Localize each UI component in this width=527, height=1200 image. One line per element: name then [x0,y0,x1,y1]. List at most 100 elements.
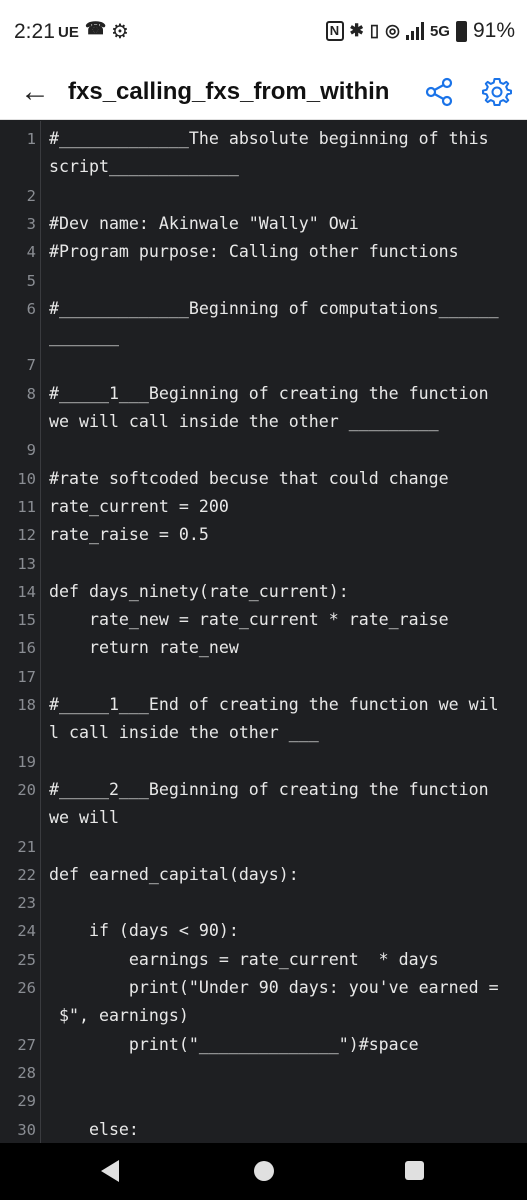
code-text[interactable]: #_____2___Beginning of creating the func… [49,776,489,804]
line-number: 14 [17,582,36,601]
code-text[interactable]: #Program purpose: Calling other function… [49,238,459,266]
code-line[interactable]: 16 return rate_new [0,634,527,662]
code-text[interactable]: #rate softcoded becuse that could change [49,465,449,493]
code-text[interactable]: def earned_capital(days): [49,861,299,889]
code-line[interactable]: 9 [0,436,527,464]
missed-call-icon: ☎ [85,19,107,38]
code-text[interactable]: earnings = rate_current * days [49,946,439,974]
code-line[interactable]: 25 earnings = rate_current * days [0,946,527,974]
line-number: 3 [26,214,36,233]
line-number: 19 [17,752,36,771]
code-line[interactable]: 18 #_____1___End of creating the function… [0,691,527,719]
gear-icon[interactable] [481,76,513,108]
code-line[interactable]: 10 #rate softcoded becuse that could chan… [0,465,527,493]
code-line[interactable]: 30 else: [0,1116,527,1144]
carrier-label: UE [58,24,79,41]
code-text[interactable]: $", earnings) [49,1002,189,1030]
line-number: 28 [17,1063,36,1082]
code-line[interactable]: 26 print("Under 90 days: you've earned = [0,974,527,1002]
code-line[interactable]: 13 [0,550,527,578]
gear-icon: ⚙ [111,21,129,43]
code-editor[interactable]: 1 #_____________The absolute beginning of… [0,121,527,1143]
nav-home-icon[interactable] [254,1161,274,1181]
code-text[interactable]: #_____1___Beginning of creating the func… [49,380,489,408]
status-bar: 2:21 UE ☎ ⚙ N ✱ ▯ ◎ 5G 91% [0,0,527,64]
code-line[interactable]: 23 [0,889,527,917]
code-text[interactable]: if (days < 90): [49,917,239,945]
battery-icon [455,20,467,42]
line-number: 15 [17,611,36,630]
code-line[interactable]: 24 if (days < 90): [0,917,527,945]
status-icons: N ✱ ▯ ◎ 5G 91% [325,19,515,43]
battery-percent: 91% [472,19,515,42]
signal-icon [405,22,424,40]
share-icon[interactable] [425,77,453,107]
code-text[interactable]: _______ [49,323,119,351]
line-number: 10 [17,469,36,488]
code-line[interactable]: 28 [0,1059,527,1087]
code-text[interactable]: #_____1___End of creating the function w… [49,691,499,719]
code-line[interactable]: script_____________ [0,153,527,181]
code-text[interactable]: l call inside the other ___ [49,719,319,747]
code-line[interactable]: 7 [0,351,527,379]
code-text[interactable]: #_____________Beginning of computations_… [49,295,499,323]
code-line[interactable]: 15 rate_new = rate_current * rate_raise [0,606,527,634]
line-number: 25 [17,950,36,969]
code-line[interactable]: 19 [0,748,527,776]
code-line[interactable]: we will call inside the other _________ [0,408,527,436]
code-line[interactable]: 12 rate_raise = 0.5 [0,521,527,549]
code-line[interactable]: 2 [0,182,527,210]
line-number: 11 [17,497,36,516]
code-text[interactable]: print("Under 90 days: you've earned = [49,974,499,1002]
code-text[interactable]: print("______________")#space [49,1031,419,1059]
code-line[interactable]: 17 [0,663,527,691]
code-line[interactable]: l call inside the other ___ [0,719,527,747]
code-line[interactable]: 6 #_____________Beginning of computations… [0,295,527,323]
line-number: 23 [17,894,36,913]
code-text[interactable]: rate_current = 200 [49,493,229,521]
code-text[interactable]: #_____________The absolute beginning of … [49,125,489,153]
code-text[interactable]: we will call inside the other _________ [49,408,439,436]
arrow-left-icon[interactable]: ← [20,72,50,112]
code-line[interactable]: 29 [0,1087,527,1115]
line-number: 24 [17,922,36,941]
code-text[interactable]: def days_ninety(rate_current): [49,578,349,606]
app-bar: ← fxs_calling_fxs_from_within [0,64,527,120]
line-number: 4 [26,243,36,262]
bluetooth-icon: ✱ [349,21,364,40]
line-number: 5 [26,271,36,290]
line-number: 26 [17,979,36,997]
code-line[interactable]: 11 rate_current = 200 [0,493,527,521]
code-text[interactable]: script_____________ [49,153,239,181]
code-text[interactable]: rate_raise = 0.5 [49,521,209,549]
code-text[interactable]: we will [49,804,119,832]
code-text[interactable]: #Dev name: Akinwale "Wally" Owi [49,210,359,238]
code-line[interactable]: 27 print("______________")#space [0,1031,527,1059]
code-line[interactable]: 22 def earned_capital(days): [0,861,527,889]
code-text[interactable]: return rate_new [49,634,239,662]
line-number: 22 [17,865,36,884]
line-number: 2 [26,186,36,205]
nfc-icon: N [325,21,344,41]
code-line[interactable]: 14 def days_ninety(rate_current): [0,578,527,606]
nav-recents-icon[interactable] [405,1161,424,1180]
line-number: 13 [17,554,36,573]
code-line[interactable]: 21 [0,833,527,861]
line-number: 16 [17,639,36,658]
code-line[interactable]: 3 #Dev name: Akinwale "Wally" Owi [0,210,527,238]
code-line[interactable]: 4 #Program purpose: Calling other functio… [0,238,527,266]
code-line[interactable]: 8 #_____1___Beginning of creating the fun… [0,380,527,408]
code-line[interactable]: we will [0,804,527,832]
code-line[interactable]: 5 [0,267,527,295]
line-number: 7 [26,356,36,375]
code-text[interactable]: else: [49,1116,139,1144]
code-text[interactable]: rate_new = rate_current * rate_raise [49,606,449,634]
code-line[interactable]: 20 #_____2___Beginning of creating the fu… [0,776,527,804]
line-number: 18 [17,696,36,714]
nav-back-icon[interactable] [101,1160,119,1182]
code-line[interactable]: $", earnings) [0,1002,527,1030]
code-line[interactable]: 1 #_____________The absolute beginning of… [0,125,527,153]
code-line[interactable]: _______ [0,323,527,351]
file-title: fxs_calling_fxs_from_within [68,78,390,105]
line-number: 9 [26,441,36,460]
